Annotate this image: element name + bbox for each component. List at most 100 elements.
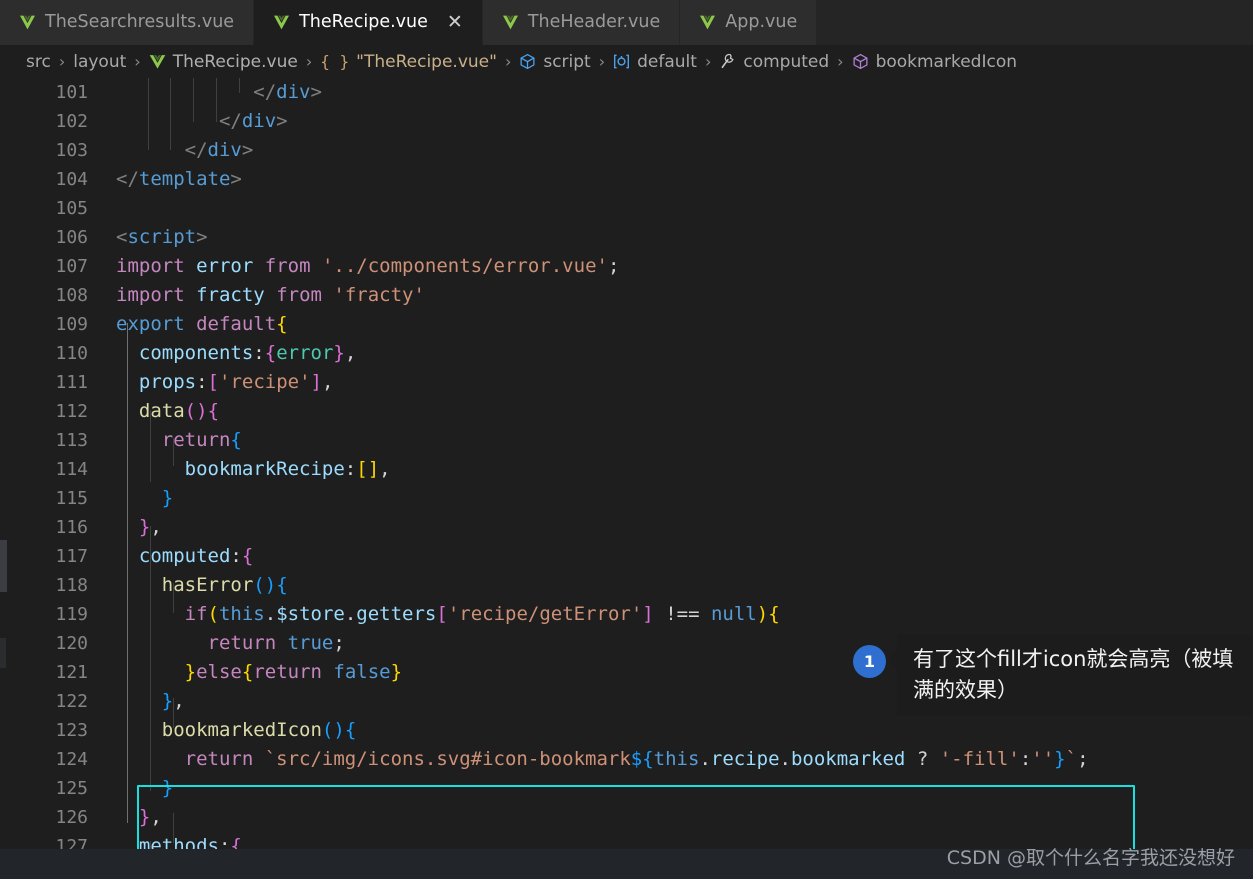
vue-icon bbox=[502, 15, 519, 30]
code-text: props:['recipe'], bbox=[138, 371, 334, 393]
breadcrumb-separator: › bbox=[704, 52, 712, 71]
code-text: components:{error}, bbox=[138, 342, 357, 364]
code-line-104[interactable]: 104 </template> bbox=[0, 165, 1253, 194]
line-number: 126 bbox=[55, 807, 88, 828]
vue-icon bbox=[19, 15, 36, 30]
line-number: 111 bbox=[55, 372, 88, 393]
tab-app-vue[interactable]: App.vue bbox=[680, 0, 818, 45]
line-number: 118 bbox=[55, 575, 88, 596]
code-line-103[interactable]: 103 </div> bbox=[0, 136, 1253, 165]
code-line-125[interactable]: 125 } bbox=[0, 774, 1253, 803]
line-number: 112 bbox=[55, 401, 88, 422]
watermark-text: CSDN @取个什么名字我还没想好 bbox=[946, 847, 1235, 869]
code-line-111[interactable]: 111 props:['recipe'], bbox=[0, 368, 1253, 397]
vscode-window: TheSearchresults.vue TheRecipe.vue ✕ The… bbox=[0, 0, 1253, 879]
code-line-112[interactable]: 112 data(){ bbox=[0, 397, 1253, 426]
line-number: 109 bbox=[55, 314, 88, 335]
breadcrumb-label: layout bbox=[73, 51, 127, 72]
code-text: <script> bbox=[116, 226, 208, 248]
vue-icon bbox=[273, 15, 290, 30]
line-number: 123 bbox=[55, 720, 88, 741]
breadcrumb-label: "TheRecipe.vue" bbox=[356, 51, 497, 72]
code-line-109[interactable]: 109 export default{ bbox=[0, 310, 1253, 339]
breadcrumb-separator: › bbox=[837, 52, 844, 71]
code-line-105[interactable]: 105 bbox=[0, 194, 1253, 223]
code-text: }, bbox=[138, 806, 162, 828]
line-number: 106 bbox=[55, 227, 88, 248]
code-text: </div> bbox=[184, 139, 254, 161]
code-text: </div> bbox=[218, 110, 288, 132]
code-line-101[interactable]: 101 </div> bbox=[0, 78, 1253, 107]
code-text: import fracty from 'fracty' bbox=[116, 284, 425, 306]
code-text: return `src/img/icons.svg#icon-bookmark$… bbox=[184, 748, 1089, 770]
tab-label: TheHeader.vue bbox=[527, 11, 661, 32]
code-line-107[interactable]: 107 import error from '../components/err… bbox=[0, 252, 1253, 281]
code-line-102[interactable]: 102 </div> bbox=[0, 107, 1253, 136]
tab-theheader-vue[interactable]: TheHeader.vue bbox=[482, 0, 681, 45]
code-text: }, bbox=[138, 516, 162, 538]
breadcrumb-label: bookmarkedIcon bbox=[875, 51, 1017, 72]
code-line-114[interactable]: 114 bookmarkRecipe:[], bbox=[0, 455, 1253, 484]
line-number: 117 bbox=[55, 546, 88, 567]
symbol-object-icon bbox=[852, 53, 869, 70]
line-number: 124 bbox=[55, 749, 88, 770]
vue-icon bbox=[699, 15, 716, 30]
code-text: bookmarkRecipe:[], bbox=[184, 458, 391, 480]
breadcrumb-label: script bbox=[543, 51, 591, 72]
tab-label: App.vue bbox=[725, 11, 798, 32]
code-line-124[interactable]: 124 return `src/img/icons.svg#icon-bookm… bbox=[0, 745, 1253, 774]
line-number: 119 bbox=[55, 604, 88, 625]
code-line-106[interactable]: 106 <script> bbox=[0, 223, 1253, 252]
code-line-123[interactable]: 123 bookmarkedIcon(){ bbox=[0, 716, 1253, 745]
code-line-110[interactable]: 110 components:{error}, bbox=[0, 339, 1253, 368]
code-text: import error from '../components/error.v… bbox=[116, 255, 620, 277]
wrench-icon bbox=[719, 53, 736, 70]
cube-icon bbox=[519, 53, 536, 70]
line-number: 115 bbox=[55, 488, 88, 509]
breadcrumb-label: src bbox=[26, 51, 51, 72]
code-line-116[interactable]: 116 }, bbox=[0, 513, 1253, 542]
breadcrumb-item-computed[interactable]: computed bbox=[719, 52, 829, 72]
annotation-tooltip: 有了这个fill才icon就会高亮（被填满的效果） bbox=[897, 635, 1253, 716]
code-text: </template> bbox=[116, 168, 242, 190]
breadcrumb: src › layout › TheRecipe.vue › { } "TheR… bbox=[0, 45, 1253, 78]
breadcrumb-item-therecipe-vue-symbol[interactable]: { } "TheRecipe.vue" bbox=[320, 52, 497, 72]
breadcrumb-item-bookmarkedicon[interactable]: bookmarkedIcon bbox=[852, 52, 1017, 72]
line-number: 101 bbox=[55, 82, 88, 103]
breadcrumb-label: TheRecipe.vue bbox=[172, 51, 298, 72]
breadcrumb-label: computed bbox=[743, 51, 830, 72]
braces-icon: { } bbox=[320, 52, 350, 71]
close-icon[interactable]: ✕ bbox=[447, 13, 463, 32]
code-text: } bbox=[161, 487, 174, 509]
breadcrumb-separator: › bbox=[305, 52, 313, 71]
tab-therecipe-vue[interactable]: TheRecipe.vue ✕ bbox=[254, 0, 483, 45]
breadcrumb-item-layout[interactable]: layout bbox=[73, 52, 126, 72]
code-text: bookmarkedIcon(){ bbox=[161, 719, 357, 741]
tab-label: TheSearchresults.vue bbox=[45, 11, 235, 32]
breadcrumb-item-src[interactable]: src bbox=[26, 52, 51, 72]
line-number: 114 bbox=[55, 459, 88, 480]
line-number: 107 bbox=[55, 256, 88, 277]
breadcrumb-item-script[interactable]: script bbox=[519, 51, 591, 72]
code-line-126[interactable]: 126 }, bbox=[0, 803, 1253, 832]
code-line-118[interactable]: 118 hasError(){ bbox=[0, 571, 1253, 600]
line-number: 125 bbox=[55, 778, 88, 799]
breadcrumb-item-therecipe-vue[interactable]: TheRecipe.vue bbox=[149, 52, 298, 72]
tab-thesearchresults-vue[interactable]: TheSearchresults.vue bbox=[0, 0, 255, 45]
breadcrumb-item-default[interactable]: default bbox=[613, 52, 697, 72]
tab-label: TheRecipe.vue bbox=[299, 11, 428, 32]
line-number: 108 bbox=[55, 285, 88, 306]
code-line-115[interactable]: 115 } bbox=[0, 484, 1253, 513]
code-editor[interactable]: 101 </div> 102 </div> 103 </div> 104 </t… bbox=[0, 78, 1253, 879]
code-line-113[interactable]: 113 return{ bbox=[0, 426, 1253, 455]
vue-icon bbox=[149, 53, 166, 70]
code-text: computed:{ bbox=[138, 545, 254, 567]
line-number: 110 bbox=[55, 343, 88, 364]
code-line-119[interactable]: 119 if(this.$store.getters['recipe/getEr… bbox=[0, 600, 1253, 629]
line-number: 116 bbox=[55, 517, 88, 538]
code-line-108[interactable]: 108 import fracty from 'fracty' bbox=[0, 281, 1253, 310]
breadcrumb-separator: › bbox=[58, 52, 66, 71]
line-number: 103 bbox=[55, 140, 88, 161]
code-line-117[interactable]: 117 computed:{ bbox=[0, 542, 1253, 571]
line-number: 104 bbox=[55, 169, 88, 190]
